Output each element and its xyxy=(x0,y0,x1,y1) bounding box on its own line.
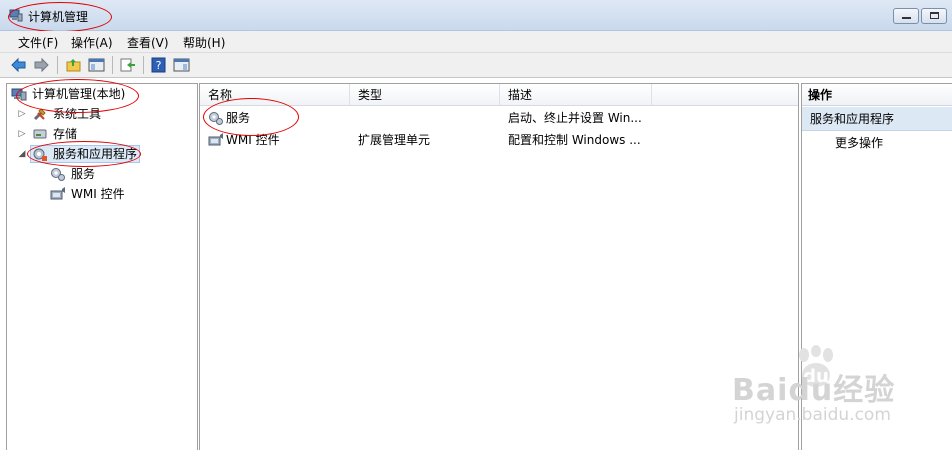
cell-name: WMI 控件 xyxy=(226,133,280,147)
watermark-logo-text: Baidu经验 xyxy=(732,373,896,408)
forward-arrow-icon[interactable] xyxy=(33,57,50,73)
help-icon[interactable]: ? xyxy=(150,57,167,73)
baidu-jingyan-watermark: du Baidu经验 jingyan.baidu.com xyxy=(732,345,907,430)
tree-item-system-tools[interactable]: ▷ 系统工具 xyxy=(17,104,187,124)
window-title: 计算机管理 xyxy=(28,10,89,24)
expand-arrow-icon[interactable]: ▷ xyxy=(17,124,27,144)
tree-item-label: 系统工具 xyxy=(53,107,102,121)
tree-item-label: WMI 控件 xyxy=(71,187,125,201)
tree-item-storage[interactable]: ▷ 存储 xyxy=(17,124,187,144)
table-row[interactable]: WMI 控件 扩展管理单元 配置和控制 Windows ... xyxy=(200,130,798,150)
column-header-description[interactable]: 描述 xyxy=(500,84,652,106)
minimize-button[interactable] xyxy=(893,8,919,24)
cell-name: 服务 xyxy=(226,111,251,125)
menu-file[interactable]: 文件(F) xyxy=(18,34,58,51)
wmi-icon xyxy=(208,133,223,146)
tree-item-services-apps[interactable]: ◢ 服务和应用程序 xyxy=(17,144,187,164)
export-list-icon[interactable] xyxy=(119,57,136,73)
wmi-icon xyxy=(50,187,65,200)
back-arrow-icon[interactable] xyxy=(10,57,27,73)
cell-type xyxy=(358,108,498,128)
show-hide-tree-icon[interactable] xyxy=(88,57,105,73)
actions-section-header[interactable]: 服务和应用程序 xyxy=(802,107,952,131)
tools-icon xyxy=(33,108,46,121)
tree-item-label: 服务 xyxy=(71,167,96,181)
minimize-icon xyxy=(902,17,911,19)
menu-action[interactable]: 操作(A) xyxy=(71,34,113,51)
console-tree: 计算机管理(本地) ▷ 系统工具 ▷ 存储 ◢ 服务和应用程序 服务 WMI 控… xyxy=(6,83,198,450)
svg-text:?: ? xyxy=(156,59,162,72)
actions-header: 操作 xyxy=(802,84,952,106)
computer-management-icon xyxy=(9,9,23,22)
up-folder-icon[interactable] xyxy=(65,57,82,73)
storage-icon xyxy=(33,129,47,139)
tree-item-label: 计算机管理(本地) xyxy=(32,87,126,101)
tree-item-label: 存储 xyxy=(53,127,78,141)
title-bar: 计算机管理 xyxy=(0,0,952,31)
services-gear-icon xyxy=(209,112,223,125)
column-header-type[interactable]: 类型 xyxy=(350,84,500,106)
services-apps-icon xyxy=(33,148,47,161)
menu-help[interactable]: 帮助(H) xyxy=(183,34,225,51)
services-gear-icon xyxy=(51,168,65,181)
cell-description: 启动、终止并设置 Win... xyxy=(508,111,642,125)
watermark-url: jingyan.baidu.com xyxy=(734,405,891,425)
toolbar: ? xyxy=(0,53,952,78)
column-header-filler xyxy=(652,84,798,106)
details-list: 名称 类型 描述 服务 启动、终止并设置 Win... WMI 控件 扩展管理单… xyxy=(199,83,799,450)
menu-view[interactable]: 查看(V) xyxy=(127,34,169,51)
table-row[interactable]: 服务 启动、终止并设置 Win... xyxy=(200,108,798,128)
more-actions-link[interactable]: 更多操作 xyxy=(835,133,883,153)
maximize-icon xyxy=(930,12,939,19)
computer-management-icon xyxy=(11,88,27,101)
tree-item-label: 服务和应用程序 xyxy=(53,147,138,161)
expand-arrow-icon[interactable]: ▷ xyxy=(17,104,27,124)
menu-bar: 文件(F) 操作(A) 查看(V) 帮助(H) xyxy=(0,31,952,53)
cell-type: 扩展管理单元 xyxy=(358,133,431,147)
show-action-pane-icon[interactable] xyxy=(173,57,190,73)
column-header-name[interactable]: 名称 xyxy=(200,84,350,106)
maximize-button[interactable] xyxy=(921,8,947,24)
cell-description: 配置和控制 Windows ... xyxy=(508,133,641,147)
collapse-arrow-icon[interactable]: ◢ xyxy=(17,144,27,164)
